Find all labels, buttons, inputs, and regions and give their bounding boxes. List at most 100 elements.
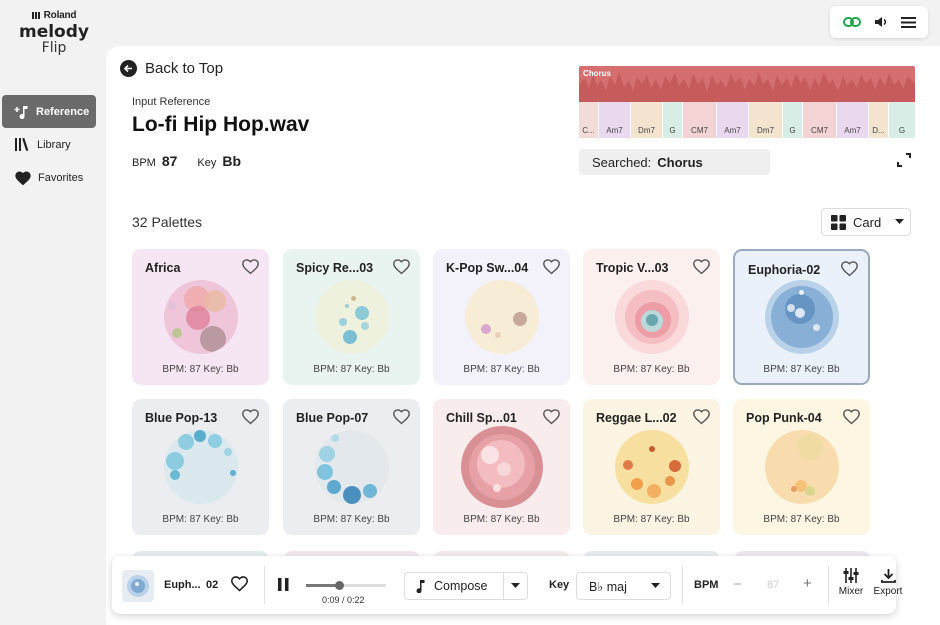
palette-info: BPM: 87 Key: Bb	[763, 514, 840, 525]
divider	[682, 566, 683, 604]
link-icon[interactable]	[842, 16, 861, 28]
key-label: Key	[197, 157, 217, 169]
palette-card[interactable]: Spicy Re...03 BPM: 87 Key: Bb	[283, 249, 420, 385]
chord-label: G	[663, 102, 683, 138]
chord-label: Am7	[717, 102, 749, 138]
song-meta: BPM 87 Key Bb	[132, 153, 241, 169]
playback-progress[interactable]	[306, 581, 386, 590]
palette-name: Chill Sp...01	[446, 411, 517, 425]
divider	[264, 566, 265, 604]
sidebar-item-favorites[interactable]: Favorites	[2, 161, 96, 194]
sidebar-nav: Reference Library Favorites	[0, 95, 100, 194]
waveform-view[interactable]: Chorus C... Am7 Dm7 G CM7 Am7 Dm7 G CM7 …	[579, 66, 915, 138]
chord-label: D...	[869, 102, 889, 138]
heart-outline-icon[interactable]	[542, 258, 561, 275]
grid-icon	[831, 214, 846, 230]
palette-artwork	[615, 280, 689, 354]
heart-outline-icon[interactable]	[241, 258, 260, 275]
sidebar-item-reference[interactable]: Reference	[2, 95, 96, 128]
sidebar-item-label: Favorites	[38, 171, 84, 184]
heart-outline-icon[interactable]	[230, 575, 249, 592]
heart-outline-icon[interactable]	[241, 408, 260, 425]
download-icon	[880, 569, 896, 583]
palette-info: BPM: 87 Key: Bb	[162, 514, 239, 525]
palette-name: Africa	[145, 261, 181, 275]
main-panel: Back to Top Input Reference Lo-fi Hip Ho…	[106, 46, 940, 625]
heart-icon	[15, 170, 31, 185]
palette-card[interactable]: K-Pop Sw...04 BPM: 87 Key: Bb	[433, 249, 570, 385]
export-button[interactable]: Export	[870, 568, 906, 597]
palette-artwork	[164, 280, 238, 354]
back-to-top-button[interactable]: Back to Top	[120, 60, 223, 77]
chord-label: CM7	[683, 102, 717, 138]
palette-artwork	[315, 280, 389, 354]
palette-info: BPM: 87 Key: Bb	[613, 364, 690, 375]
key-select[interactable]: B♭ maj	[576, 572, 671, 600]
heart-outline-icon[interactable]	[840, 260, 859, 277]
heart-outline-icon[interactable]	[692, 408, 711, 425]
mixer-button[interactable]: Mixer	[834, 568, 868, 597]
input-reference-label: Input Reference	[132, 96, 211, 108]
chord-label: Dm7	[631, 102, 663, 138]
key-value: Bb	[222, 153, 242, 169]
compose-dropdown[interactable]	[503, 573, 527, 599]
palette-info: BPM: 87 Key: Bb	[463, 514, 540, 525]
expand-icon[interactable]	[897, 153, 911, 167]
palette-artwork	[315, 430, 389, 504]
heart-outline-icon[interactable]	[692, 258, 711, 275]
heart-outline-icon[interactable]	[542, 408, 561, 425]
progress-handle[interactable]	[334, 581, 344, 590]
compose-button[interactable]: Compose	[404, 572, 528, 600]
page-title: Lo-fi Hip Hop.wav	[132, 113, 310, 136]
product-subname: Flip	[41, 40, 67, 56]
mixer-label: Mixer	[838, 586, 864, 597]
palette-name: Blue Pop-07	[296, 411, 369, 425]
palette-card[interactable]: Pop Punk-04 BPM: 87 Key: Bb	[733, 399, 870, 535]
searched-value: Chorus	[657, 154, 703, 170]
palette-card[interactable]: Chill Sp...01 BPM: 87 Key: Bb	[433, 399, 570, 535]
palette-card[interactable]: Tropic V...03 BPM: 87 Key: Bb	[583, 249, 720, 385]
bpm-value[interactable]: 87	[767, 579, 779, 591]
library-icon	[15, 137, 29, 151]
palette-card-selected[interactable]: Euphoria-02 BPM: 87 Key: Bb	[733, 249, 870, 385]
back-label: Back to Top	[145, 60, 224, 77]
palette-artwork	[765, 430, 839, 504]
palette-info: BPM: 87 Key: Bb	[162, 364, 239, 375]
bpm-label: BPM	[132, 157, 156, 169]
palette-card[interactable]: Blue Pop-13 BPM: 87 Key: Bb	[132, 399, 269, 535]
palette-name: Euphoria-02	[748, 263, 821, 277]
chord-label: Am7	[837, 102, 869, 138]
bpm-increment-button[interactable]: +	[803, 575, 812, 592]
chord-lane: C... Am7 Dm7 G CM7 Am7 Dm7 G CM7 Am7 D..…	[579, 102, 915, 138]
searched-section: Searched: Chorus	[579, 149, 770, 175]
palette-card[interactable]: Reggae L...02 BPM: 87 Key: Bb	[583, 399, 720, 535]
view-select[interactable]: Card	[821, 208, 911, 236]
palette-card[interactable]: Blue Pop-07 BPM: 87 Key: Bb	[283, 399, 420, 535]
sidebar-item-library[interactable]: Library	[2, 128, 96, 161]
menu-icon[interactable]	[900, 16, 916, 29]
bpm-decrement-button[interactable]: −	[733, 576, 742, 593]
music-note-plus-icon	[14, 105, 28, 119]
chord-label: Dm7	[749, 102, 783, 138]
searched-label: Searched:	[592, 154, 652, 170]
palette-count: 32 Palettes	[132, 214, 203, 230]
caret-down-icon	[895, 219, 904, 224]
chord-label: G	[783, 102, 803, 138]
chord-label: CM7	[803, 102, 837, 138]
heart-outline-icon[interactable]	[392, 258, 411, 275]
palette-artwork	[461, 426, 543, 508]
chord-label: Am7	[599, 102, 631, 138]
compose-label: Compose	[434, 579, 488, 593]
roland-logo: Roland	[18, 10, 90, 21]
music-note-icon	[416, 580, 425, 593]
palette-info: BPM: 87 Key: Bb	[463, 364, 540, 375]
key-select-value: B♭ maj	[589, 579, 627, 594]
palette-info: BPM: 87 Key: Bb	[313, 364, 390, 375]
palette-card[interactable]: Africa BPM: 87 Key: Bb	[132, 249, 269, 385]
pause-icon[interactable]	[278, 578, 289, 591]
volume-icon[interactable]	[874, 15, 888, 29]
heart-outline-icon[interactable]	[842, 408, 861, 425]
palette-artwork	[164, 430, 238, 504]
product-name: melody	[18, 22, 89, 42]
heart-outline-icon[interactable]	[392, 408, 411, 425]
